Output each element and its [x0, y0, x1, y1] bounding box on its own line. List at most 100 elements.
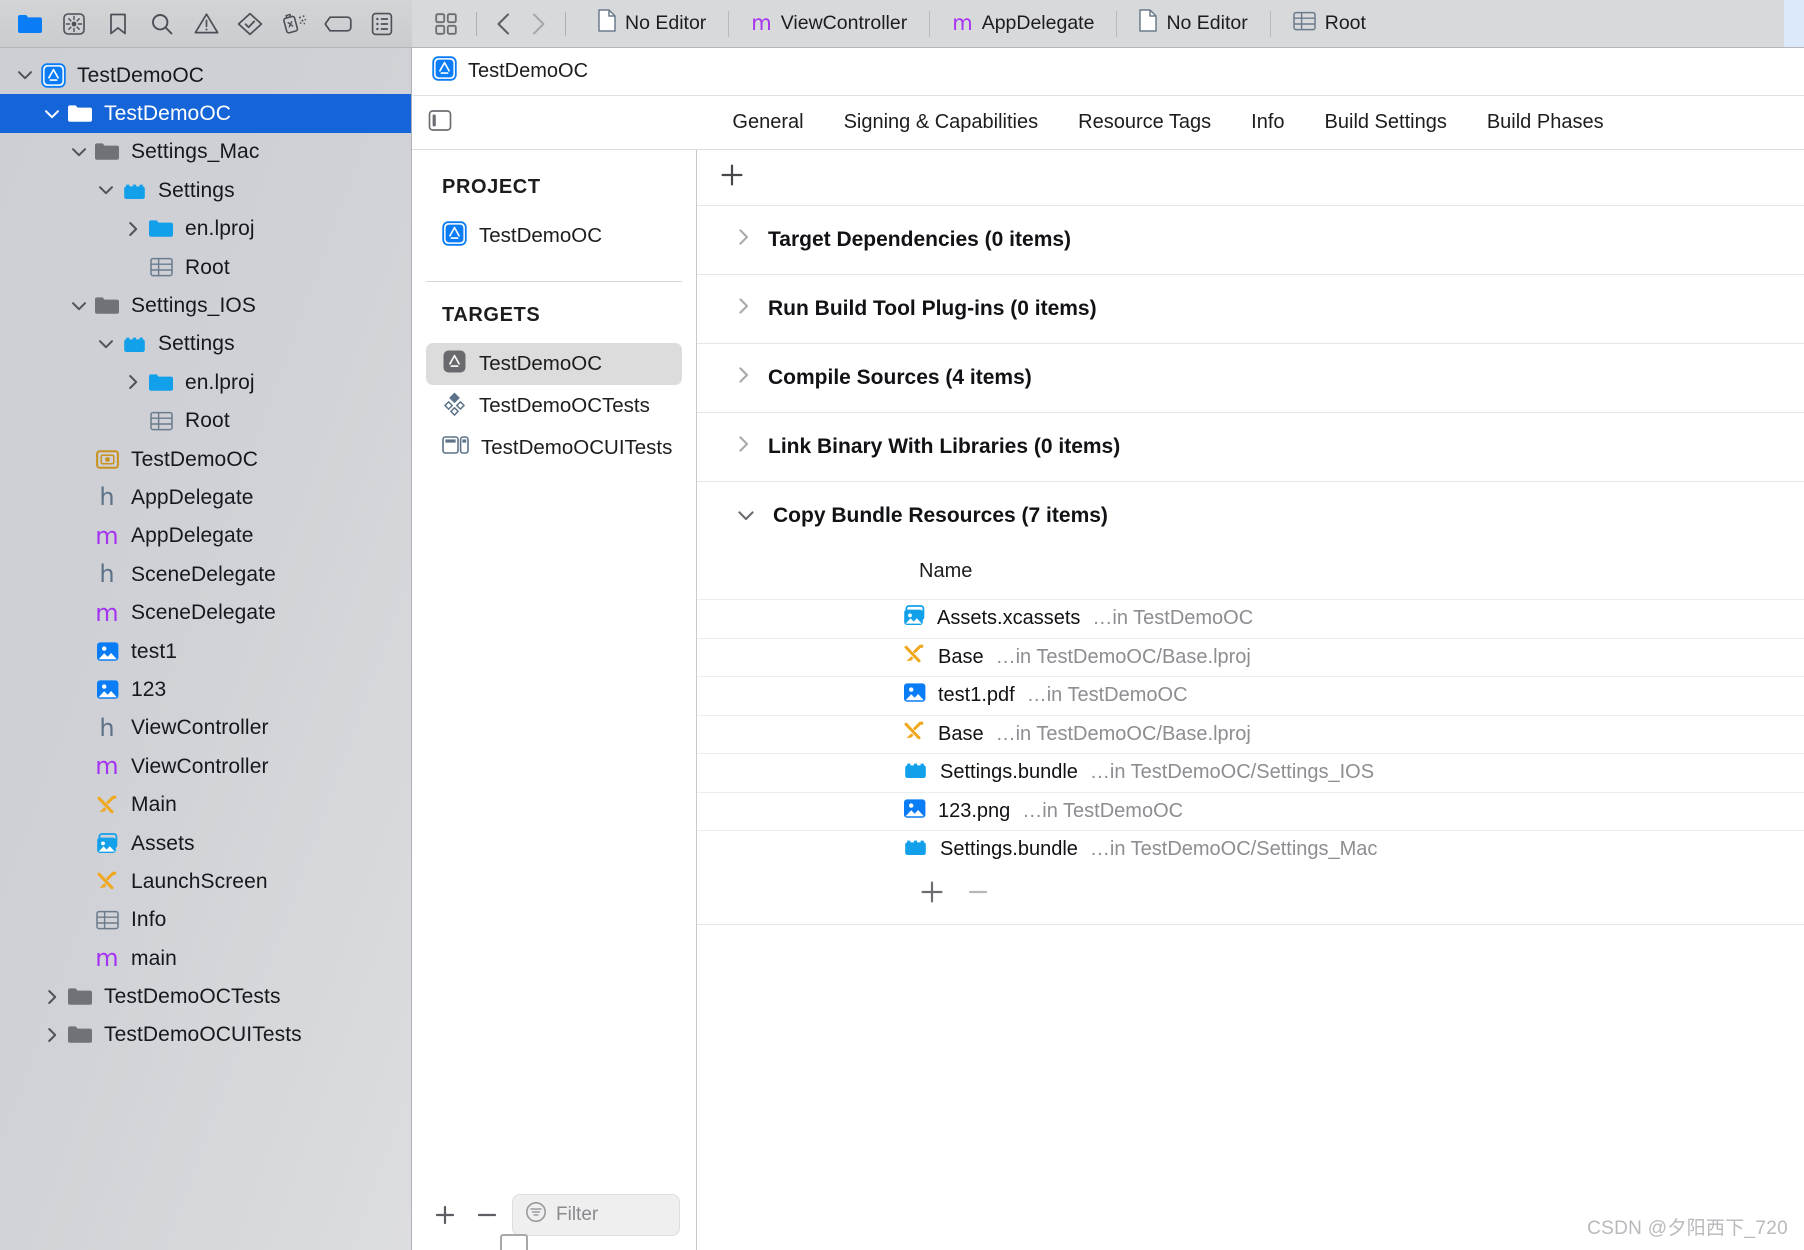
- project-editor-tab-list[interactable]: General Signing & Capabilities Resource Ta…: [592, 111, 1623, 134]
- debug-spray-icon[interactable]: [278, 7, 310, 41]
- resource-row[interactable]: Settings.bundle …in TestDemoOC/Settings_I…: [697, 753, 1804, 792]
- add-target-button[interactable]: [428, 1198, 462, 1232]
- report-list-icon[interactable]: [366, 7, 398, 41]
- test-diamond-icon[interactable]: [234, 7, 266, 41]
- build-phase-header[interactable]: Copy Bundle Resources (7 items): [697, 482, 1804, 550]
- navigator-row-assets[interactable]: Assets: [0, 824, 411, 862]
- chevron-right-icon[interactable]: [737, 297, 750, 321]
- editor-tab-no-editor-2[interactable]: No Editor: [1117, 0, 1269, 47]
- disclosure-triangle[interactable]: [12, 69, 38, 81]
- build-phase-header[interactable]: Target Dependencies (0 items): [697, 206, 1804, 274]
- resource-row[interactable]: Base …in TestDemoOC/Base.lproj: [697, 714, 1804, 754]
- disclosure-triangle[interactable]: [39, 108, 65, 120]
- navigator-row-scenedelegate[interactable]: h SceneDelegate: [0, 555, 411, 593]
- navigator-row-123[interactable]: 123: [0, 670, 411, 708]
- navigator-row-viewcontroller[interactable]: h ViewController: [0, 709, 411, 747]
- navigator-row-root[interactable]: Root: [0, 402, 411, 440]
- chevron-right-icon[interactable]: [46, 989, 58, 1005]
- chevron-down-icon[interactable]: [17, 69, 33, 81]
- disclosure-triangle[interactable]: [66, 146, 92, 158]
- bookmark-icon[interactable]: [102, 7, 134, 41]
- disclosure-triangle[interactable]: [66, 300, 92, 312]
- warning-triangle-icon[interactable]: [190, 7, 222, 41]
- chevron-down-icon[interactable]: [71, 300, 87, 312]
- navigator-row-root[interactable]: Root: [0, 248, 411, 286]
- editor-tab-appdelegate[interactable]: m AppDelegate: [930, 0, 1116, 47]
- jump-bar[interactable]: TestDemoOC: [412, 48, 1804, 96]
- disclosure-triangle[interactable]: [39, 989, 65, 1005]
- resource-row[interactable]: Base …in TestDemoOC/Base.lproj: [697, 637, 1804, 677]
- navigator-row-main[interactable]: Main: [0, 785, 411, 823]
- navigator-row-en-lproj[interactable]: en.lproj: [0, 210, 411, 248]
- navigator-row-testdemooc[interactable]: TestDemoOC: [0, 94, 411, 133]
- remove-resource-button[interactable]: [965, 879, 991, 910]
- chevron-down-icon[interactable]: [71, 146, 87, 158]
- project-editor-tab-signing-capabilities[interactable]: Signing & Capabilities: [824, 111, 1059, 134]
- target-item-testdemooc[interactable]: TestDemoOC: [426, 343, 682, 385]
- navigator-row-appdelegate[interactable]: h AppDelegate: [0, 478, 411, 516]
- resource-row[interactable]: test1.pdf …in TestDemoOC: [697, 676, 1804, 715]
- tag-icon[interactable]: [322, 7, 354, 41]
- navigator-row-settings-mac[interactable]: Settings_Mac: [0, 133, 411, 171]
- navigator-row-info[interactable]: Info: [0, 901, 411, 939]
- chevron-right-icon[interactable]: [737, 435, 750, 459]
- navigator-row-main[interactable]: m main: [0, 939, 411, 977]
- editor-tab-active-edge[interactable]: [1784, 0, 1804, 47]
- sidebar-toggle-icon[interactable]: [428, 108, 452, 137]
- navigator-row-en-lproj[interactable]: en.lproj: [0, 363, 411, 401]
- project-item-testdemooc[interactable]: TestDemoOC: [426, 215, 682, 257]
- chevron-down-icon[interactable]: [44, 108, 60, 120]
- project-editor-tab-general[interactable]: General: [712, 111, 823, 134]
- disclosure-triangle[interactable]: [93, 184, 119, 196]
- navigator-row-testdemoocuitests[interactable]: TestDemoOCUITests: [0, 1016, 411, 1054]
- navigator-row-testdemooc[interactable]: TestDemoOC: [0, 440, 411, 478]
- chevron-right-icon[interactable]: [127, 221, 139, 237]
- navigator-row-viewcontroller[interactable]: m ViewController: [0, 747, 411, 785]
- resource-row[interactable]: 123.png …in TestDemoOC: [697, 791, 1804, 831]
- disclosure-triangle[interactable]: [120, 221, 146, 237]
- chevron-down-icon[interactable]: [98, 338, 114, 350]
- navigator-row-settings-ios[interactable]: Settings_IOS: [0, 286, 411, 324]
- filter-input[interactable]: Filter: [512, 1194, 680, 1236]
- editor-tab-root[interactable]: Root: [1271, 0, 1388, 47]
- project-editor-tab-resource-tags[interactable]: Resource Tags: [1058, 111, 1231, 134]
- disclosure-triangle[interactable]: [120, 374, 146, 390]
- navigator-row-settings[interactable]: Settings: [0, 171, 411, 209]
- chevron-right-icon[interactable]: [737, 228, 750, 252]
- project-editor-tab-build-phases[interactable]: Build Phases: [1467, 111, 1624, 134]
- folder-icon[interactable]: [14, 7, 46, 41]
- navigator-row-testdemooc[interactable]: TestDemoOC: [0, 56, 411, 94]
- project-editor-tab-build-settings[interactable]: Build Settings: [1305, 111, 1467, 134]
- navigator-row-scenedelegate[interactable]: m SceneDelegate: [0, 593, 411, 631]
- project-editor-tab-info[interactable]: Info: [1231, 111, 1304, 134]
- add-resource-button[interactable]: [919, 879, 945, 910]
- target-item-testdemoocuitests[interactable]: TestDemoOCUITests: [426, 427, 682, 469]
- chevron-down-icon[interactable]: [98, 184, 114, 196]
- build-phase-header[interactable]: Link Binary With Libraries (0 items): [697, 413, 1804, 481]
- chevron-down-icon[interactable]: [737, 504, 755, 528]
- editor-tab-no-editor-1[interactable]: No Editor: [576, 0, 728, 47]
- resource-row[interactable]: Assets.xcassets …in TestDemoOC: [697, 599, 1804, 638]
- add-build-phase-button[interactable]: [719, 162, 745, 193]
- navigator-row-appdelegate[interactable]: m AppDelegate: [0, 517, 411, 555]
- chevron-right-icon[interactable]: [46, 1027, 58, 1043]
- chevron-right-icon[interactable]: [521, 7, 555, 41]
- chevron-left-icon[interactable]: [487, 7, 521, 41]
- navigator-row-testdemooctests[interactable]: TestDemoOCTests: [0, 977, 411, 1015]
- project-navigator-list[interactable]: TestDemoOC TestDemoOC Settings_Mac Settings…: [0, 48, 411, 1054]
- project-navigator[interactable]: TestDemoOC TestDemoOC Settings_Mac Settings…: [0, 48, 412, 1250]
- chevron-right-icon[interactable]: [737, 366, 750, 390]
- disclosure-triangle[interactable]: [39, 1027, 65, 1043]
- build-phase-header[interactable]: Compile Sources (4 items): [697, 344, 1804, 412]
- source-control-icon[interactable]: [58, 7, 90, 41]
- search-icon[interactable]: [146, 7, 178, 41]
- navigator-row-settings[interactable]: Settings: [0, 325, 411, 363]
- build-phase-header[interactable]: Run Build Tool Plug-ins (0 items): [697, 275, 1804, 343]
- editor-tab-viewcontroller[interactable]: m ViewController: [729, 0, 929, 47]
- remove-target-button[interactable]: [470, 1198, 504, 1232]
- target-item-testdemooctests[interactable]: TestDemoOCTests: [426, 385, 682, 427]
- disclosure-triangle[interactable]: [93, 338, 119, 350]
- chevron-right-icon[interactable]: [127, 374, 139, 390]
- navigator-row-test1[interactable]: test1: [0, 632, 411, 670]
- resource-row[interactable]: Settings.bundle …in TestDemoOC/Settings_M…: [697, 830, 1804, 869]
